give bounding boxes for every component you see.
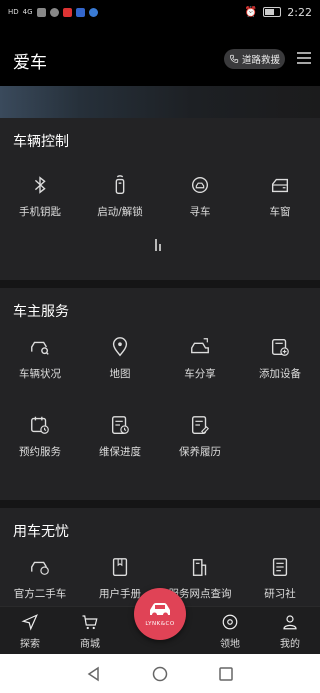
nav-label: 领地 xyxy=(220,639,240,650)
nav-explore[interactable]: 探索 xyxy=(10,613,50,650)
nav-territory[interactable]: 领地 xyxy=(210,613,250,650)
car-window-item[interactable]: 车窗 xyxy=(240,174,320,219)
wifi-icon xyxy=(49,7,59,17)
grid-label: 车分享 xyxy=(184,368,216,380)
section-divider xyxy=(0,280,320,288)
status-left: HD 4G xyxy=(8,7,98,17)
back-icon[interactable] xyxy=(86,666,102,682)
weibo-icon xyxy=(62,7,72,17)
grid-label: 官方二手车 xyxy=(13,588,67,600)
hd-indicator: HD xyxy=(8,8,19,16)
app-header: 爱车 道路救援 xyxy=(0,24,320,86)
bluetooth-key-icon xyxy=(34,176,46,194)
add-device-item[interactable]: 添加设备 xyxy=(240,336,320,381)
manual-icon xyxy=(112,558,128,576)
used-car-item[interactable]: 官方二手车 xyxy=(0,556,80,601)
status-bar: HD 4G ⏰ 2:22 xyxy=(0,0,320,24)
grid-label: 车辆状况 xyxy=(19,368,61,380)
network-indicator: 4G xyxy=(22,8,33,16)
car-share-icon xyxy=(191,338,209,354)
vehicle-status-item[interactable]: 车辆状况 xyxy=(0,336,80,381)
grid-label: 保养履历 xyxy=(179,446,221,458)
section-title: 用车无忧 xyxy=(13,524,69,540)
recents-icon[interactable] xyxy=(218,666,234,682)
section-owner-services: 车主服务 车辆状况 地图 车分享 添加设备 预约服务 维保进度 保养履历 xyxy=(0,288,320,500)
grid-label: 添加设备 xyxy=(259,368,301,380)
road-rescue-button[interactable]: 道路救援 xyxy=(224,49,285,69)
map-item[interactable]: 地图 xyxy=(80,336,160,381)
maintenance-progress-icon xyxy=(111,416,129,434)
calendar-notification-icon xyxy=(75,7,85,17)
page-indicator xyxy=(155,239,161,251)
section-divider xyxy=(0,500,320,508)
car-icon xyxy=(150,603,170,618)
road-rescue-label: 道路救援 xyxy=(241,55,280,66)
app-notification-icon xyxy=(88,7,98,17)
maintenance-progress-item[interactable]: 维保进度 xyxy=(80,414,160,459)
car-share-item[interactable]: 车分享 xyxy=(160,336,240,381)
car-window-icon xyxy=(271,178,289,193)
profile-icon xyxy=(283,615,297,630)
grid-label: 预约服务 xyxy=(19,446,61,458)
alarm-icon: ⏰ xyxy=(244,6,258,18)
grid-label: 车窗 xyxy=(269,206,291,218)
grid-label: 寻车 xyxy=(189,206,211,218)
system-nav-bar xyxy=(0,654,320,693)
battery-icon xyxy=(263,7,282,17)
grid-label: 手机钥匙 xyxy=(19,206,61,218)
book-service-item[interactable]: 预约服务 xyxy=(0,414,80,459)
brand-label: LYNK&CO xyxy=(145,621,175,627)
signal-icon xyxy=(36,7,46,17)
nav-label: 探索 xyxy=(20,639,40,650)
study-club-icon xyxy=(272,558,288,576)
grid-label: 地图 xyxy=(109,368,131,380)
nav-profile[interactable]: 我的 xyxy=(270,613,310,650)
add-device-icon xyxy=(271,338,289,356)
section-vehicle-control: 车辆控制 手机钥匙 启动/解锁 寻车 车窗 xyxy=(0,118,320,288)
page-title: 爱车 xyxy=(13,53,47,73)
map-pin-icon xyxy=(112,337,128,357)
nav-label: 商城 xyxy=(80,639,100,650)
clock: 2:22 xyxy=(287,5,312,19)
calendar-clock-icon xyxy=(31,416,49,434)
territory-icon xyxy=(222,614,238,630)
grid-label: 启动/解锁 xyxy=(97,206,143,218)
car-home-button[interactable]: LYNK&CO xyxy=(134,588,186,640)
phone-icon xyxy=(230,54,239,63)
find-car-item[interactable]: 寻车 xyxy=(160,174,240,219)
phone-key-item[interactable]: 手机钥匙 xyxy=(0,174,80,219)
grid-label: 研习社 xyxy=(264,588,296,600)
used-car-icon xyxy=(31,561,49,575)
vehicle-banner xyxy=(0,86,320,118)
nav-mall[interactable]: 商城 xyxy=(70,613,110,650)
car-status-icon xyxy=(31,341,49,355)
maintenance-history-icon xyxy=(191,416,210,435)
menu-icon[interactable] xyxy=(297,51,311,65)
grid-label: 用户手册 xyxy=(99,588,141,600)
cart-icon xyxy=(82,615,98,630)
study-club-item[interactable]: 研习社 xyxy=(240,556,320,601)
remote-start-icon xyxy=(115,175,125,194)
maintenance-history-item[interactable]: 保养履历 xyxy=(160,414,240,459)
explore-icon xyxy=(21,614,38,631)
nav-label: 我的 xyxy=(280,639,300,650)
grid-label: 维保进度 xyxy=(99,446,141,458)
section-title: 车主服务 xyxy=(13,304,69,320)
section-title: 车辆控制 xyxy=(13,134,69,150)
start-unlock-item[interactable]: 启动/解锁 xyxy=(80,174,160,219)
home-icon[interactable] xyxy=(152,666,168,682)
service-station-icon xyxy=(192,558,207,576)
find-car-icon xyxy=(191,176,209,194)
status-right: ⏰ 2:22 xyxy=(245,6,312,19)
